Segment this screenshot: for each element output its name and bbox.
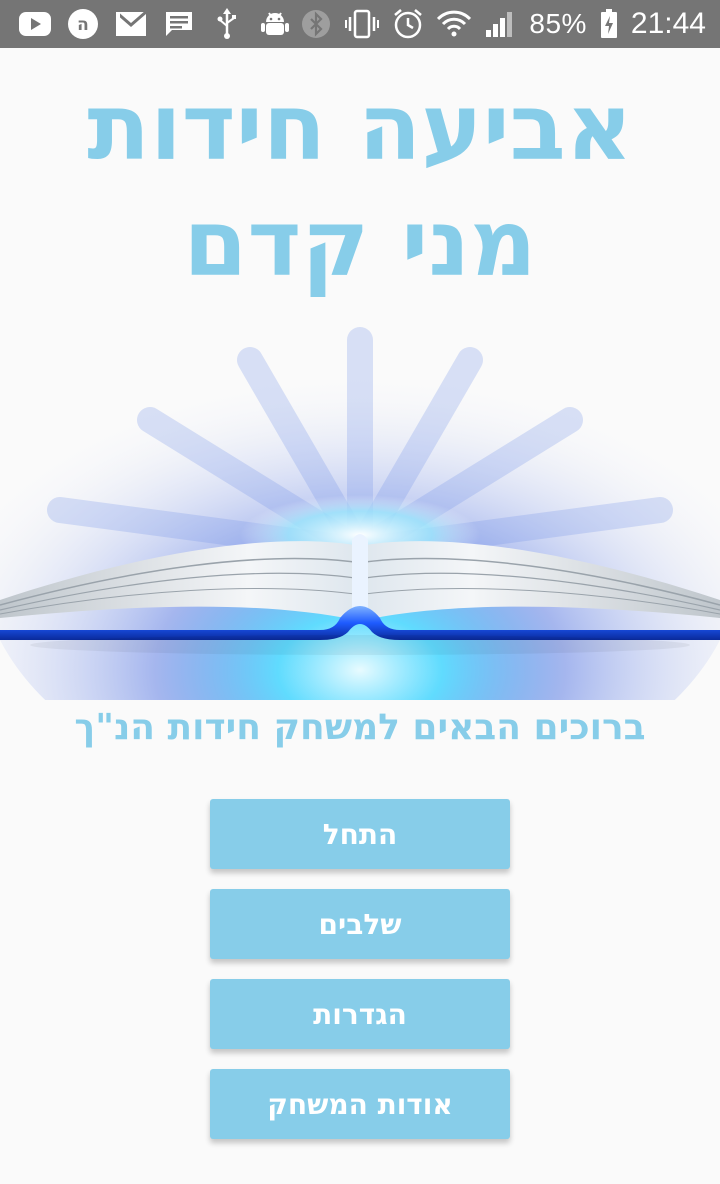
- android-debug-icon: [258, 9, 292, 39]
- start-button[interactable]: התחל: [210, 799, 510, 869]
- battery-charging-icon: [599, 9, 619, 39]
- alarm-icon: [391, 9, 425, 39]
- settings-button[interactable]: הגדרות: [210, 979, 510, 1049]
- signal-icon: [483, 9, 517, 39]
- hebrew-keyboard-icon: ה: [66, 9, 100, 39]
- levels-button[interactable]: שלבים: [210, 889, 510, 959]
- bluetooth-icon: [299, 9, 333, 39]
- title-line-1: אביעה חידות: [87, 74, 633, 181]
- youtube-icon: [18, 9, 52, 39]
- vibrate-icon: [345, 9, 380, 39]
- open-book-illustration: [0, 300, 720, 810]
- battery-percent: 85%: [529, 8, 587, 39]
- title-line-2: מני קדם: [183, 190, 537, 297]
- main-menu: התחל שלבים הגדרות אודות המשחק: [210, 799, 510, 1159]
- status-bar: ה 85% 21:44: [0, 0, 720, 48]
- system-status: 85% 21:44: [299, 0, 706, 48]
- usb-icon: [210, 8, 244, 39]
- clock: 21:44: [630, 7, 706, 40]
- wifi-icon: [437, 9, 472, 39]
- gmail-icon: [114, 9, 148, 39]
- message-icon: [162, 9, 196, 39]
- svg-text:ה: ה: [77, 15, 89, 35]
- notification-icons: ה: [18, 0, 292, 48]
- welcome-text: ברוכים הבאים למשחק חידות הנ"ך: [74, 707, 646, 748]
- app-title: אביעה חידות מני קדם: [0, 70, 720, 302]
- about-button[interactable]: אודות המשחק: [210, 1069, 510, 1139]
